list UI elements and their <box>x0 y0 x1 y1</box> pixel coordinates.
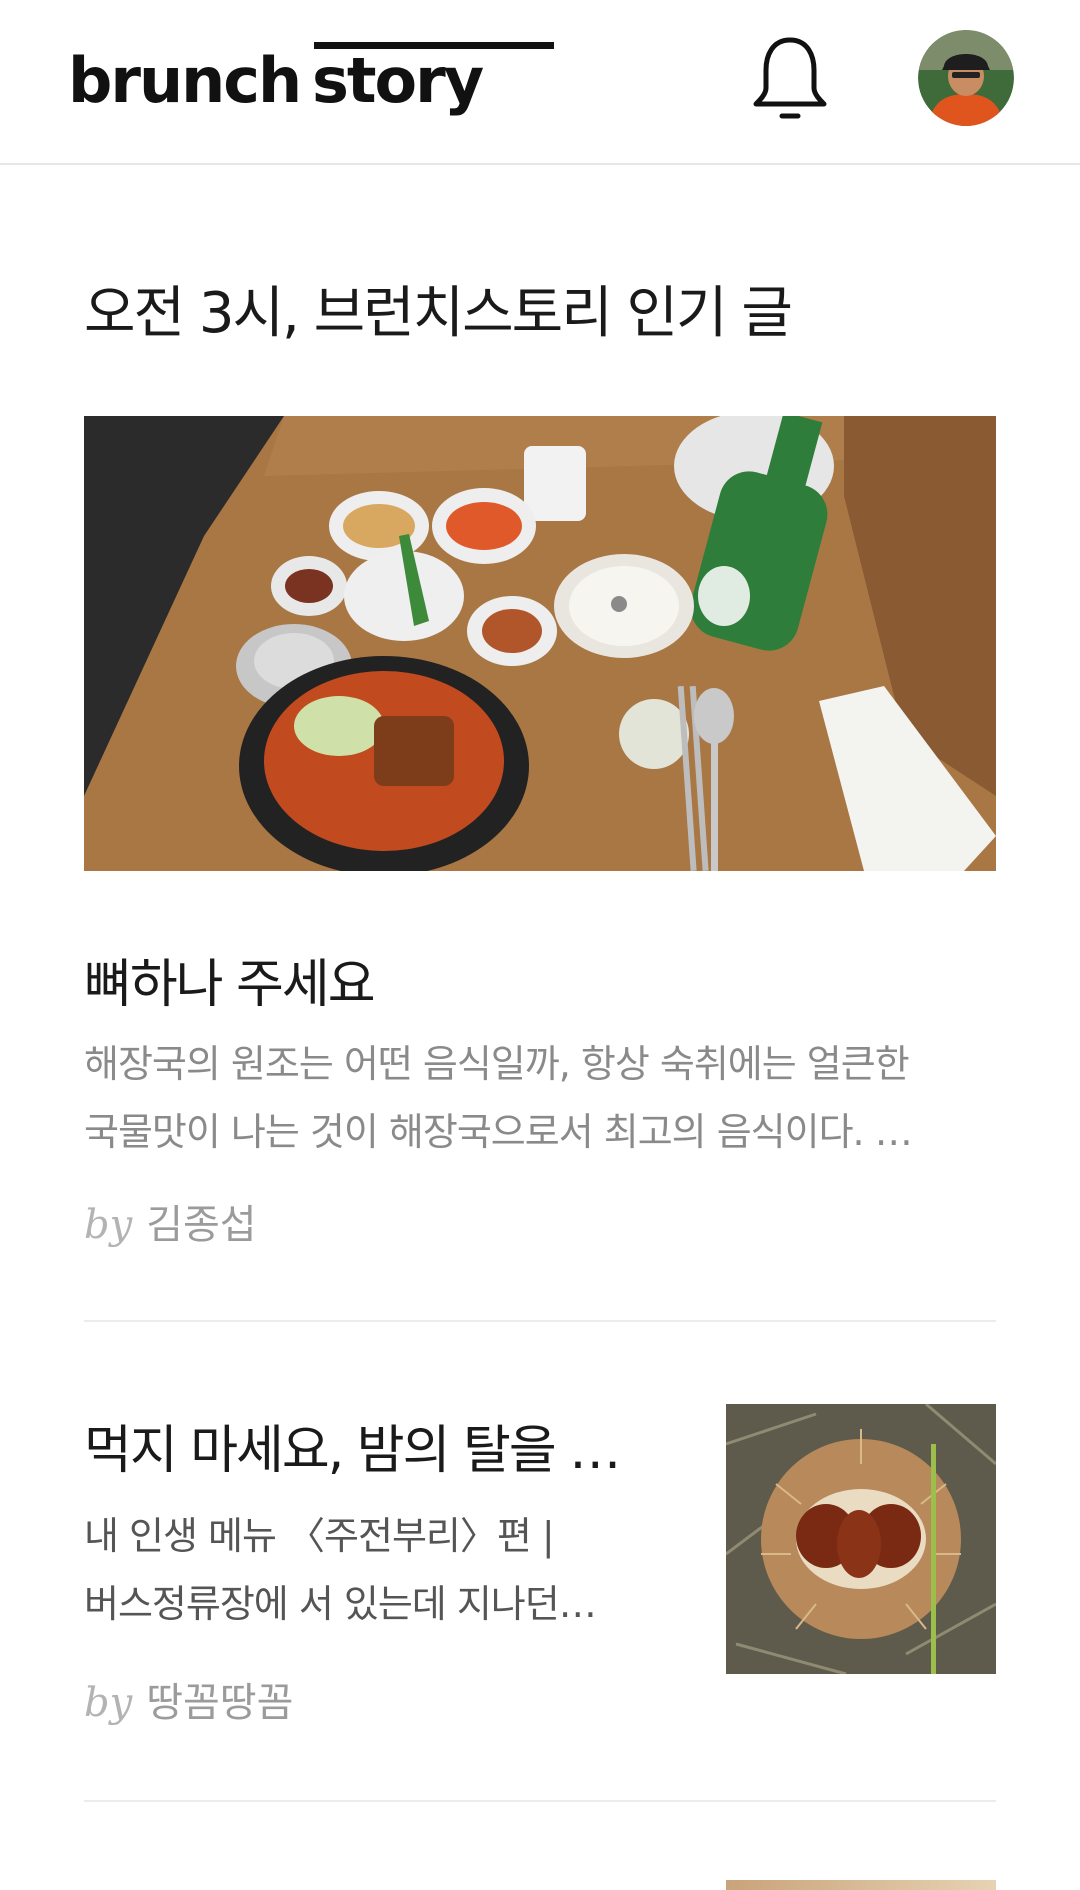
post-byline: by 김종섭 <box>84 1192 257 1250</box>
byline-prefix: by <box>84 1680 133 1726</box>
post-title[interactable]: 먹지 마세요, 밤의 탈을 … <box>84 1408 644 1483</box>
profile-avatar[interactable] <box>918 30 1014 126</box>
bell-icon[interactable] <box>742 30 838 126</box>
section-title: 오전 3시, 브런치스토리 인기 글 <box>84 281 793 346</box>
post-byline: by 땅꼼땅꼼 <box>84 1670 293 1728</box>
byline-prefix: by <box>84 1202 133 1248</box>
post-author[interactable]: 땅꼼땅꼼 <box>146 1680 293 1726</box>
logo-word-story: story <box>312 44 484 117</box>
post-excerpt: 내 인생 메뉴 〈주전부리〉편 | 버스정류장에 서 있는데 지나던… <box>84 1502 684 1638</box>
post-title[interactable]: 뼈하나 주세요 <box>84 942 376 1017</box>
top-header: brunch story <box>0 0 1080 165</box>
next-post-thumbnail-peek <box>726 1880 996 1890</box>
post-hero-image[interactable] <box>84 416 996 871</box>
post-excerpt-line-1: 해장국의 원조는 어떤 음식일까, 항상 숙취에는 얼큰한 <box>84 1042 910 1086</box>
post-excerpt-line-2: 버스정류장에 서 있는데 지나던… <box>84 1582 597 1626</box>
post-excerpt: 해장국의 원조는 어떤 음식일까, 항상 숙취에는 얼큰한 국물맛이 나는 것이… <box>84 1030 996 1166</box>
divider <box>84 1800 996 1802</box>
divider <box>84 1320 996 1322</box>
post-excerpt-line-1: 내 인생 메뉴 〈주전부리〉편 | <box>84 1514 555 1558</box>
post-excerpt-line-2: 국물맛이 나는 것이 해장국으로서 최고의 음식이다. … <box>84 1110 913 1154</box>
post-thumbnail[interactable] <box>726 1404 996 1674</box>
logo-word-brunch: brunch <box>68 44 302 117</box>
post-author[interactable]: 김종섭 <box>146 1202 256 1248</box>
